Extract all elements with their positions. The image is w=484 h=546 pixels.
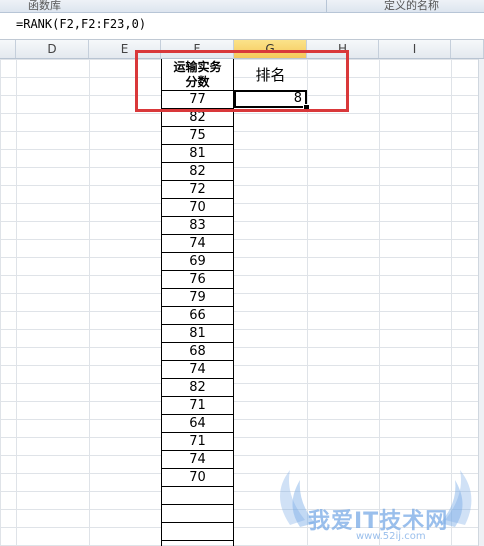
score-cell[interactable]: 82: [162, 163, 233, 181]
empty-bordered-cell[interactable]: [162, 505, 233, 523]
score-cell[interactable]: 82: [162, 379, 233, 397]
score-cell[interactable]: 69: [162, 253, 233, 271]
ribbon-strip: 函数库 定义的名称: [0, 0, 484, 13]
column-f-scores: 运输实务 分数 77 82 75 81 82 72 70 83 74 69 76…: [161, 59, 234, 546]
score-cell[interactable]: 64: [162, 415, 233, 433]
row-header-corner[interactable]: [0, 40, 16, 58]
ribbon-divider: [326, 0, 327, 12]
column-header-f[interactable]: F: [161, 40, 234, 58]
spreadsheet-window: 函数库 定义的名称 =RANK(F2,F2:F23,0) D E F G H I…: [0, 0, 484, 546]
score-cell[interactable]: 71: [162, 433, 233, 451]
score-cell[interactable]: 72: [162, 181, 233, 199]
formula-bar[interactable]: =RANK(F2,F2:F23,0): [0, 13, 484, 40]
column-header-next[interactable]: [451, 40, 484, 58]
empty-bordered-cell[interactable]: [162, 487, 233, 505]
scrollbar-edge[interactable]: [478, 59, 484, 546]
empty-bordered-cell[interactable]: [162, 523, 233, 541]
score-cell[interactable]: 81: [162, 145, 233, 163]
cell-grid[interactable]: [0, 59, 484, 546]
column-header-d[interactable]: D: [16, 40, 89, 58]
column-header-row: D E F G H I: [0, 40, 484, 59]
score-cell[interactable]: 71: [162, 397, 233, 415]
score-cell[interactable]: 70: [162, 469, 233, 487]
score-cell[interactable]: 74: [162, 361, 233, 379]
score-cell[interactable]: 74: [162, 451, 233, 469]
active-cell-g2[interactable]: 8: [234, 90, 307, 108]
formula-text[interactable]: =RANK(F2,F2:F23,0): [16, 17, 146, 31]
score-cell[interactable]: 79: [162, 289, 233, 307]
column-header-i[interactable]: I: [379, 40, 451, 58]
score-cell[interactable]: 82: [162, 109, 233, 127]
score-cell[interactable]: 66: [162, 307, 233, 325]
ribbon-group-function-library[interactable]: 函数库: [28, 0, 61, 13]
score-cell[interactable]: 70: [162, 199, 233, 217]
column-header-g[interactable]: G: [234, 40, 307, 58]
column-header-e[interactable]: E: [89, 40, 161, 58]
header-line-2: 分数: [185, 75, 210, 89]
header-line-1: 运输实务: [173, 60, 222, 74]
cell-g1-rank-header[interactable]: 排名: [235, 59, 306, 91]
gridline: [89, 59, 90, 546]
ribbon-group-defined-names[interactable]: 定义的名称: [384, 0, 439, 13]
column-header-h[interactable]: H: [307, 40, 379, 58]
score-cell[interactable]: 75: [162, 127, 233, 145]
score-cell[interactable]: 83: [162, 217, 233, 235]
score-cell[interactable]: 76: [162, 271, 233, 289]
gridline: [379, 59, 380, 546]
fill-handle[interactable]: [303, 104, 310, 111]
score-cell[interactable]: 68: [162, 343, 233, 361]
score-cell[interactable]: 77: [162, 91, 233, 109]
gridline: [16, 59, 17, 546]
gridline: [307, 59, 308, 546]
cell-f1-header[interactable]: 运输实务 分数: [162, 59, 233, 91]
score-cell[interactable]: 74: [162, 235, 233, 253]
gridline: [451, 59, 452, 546]
score-cell[interactable]: 81: [162, 325, 233, 343]
